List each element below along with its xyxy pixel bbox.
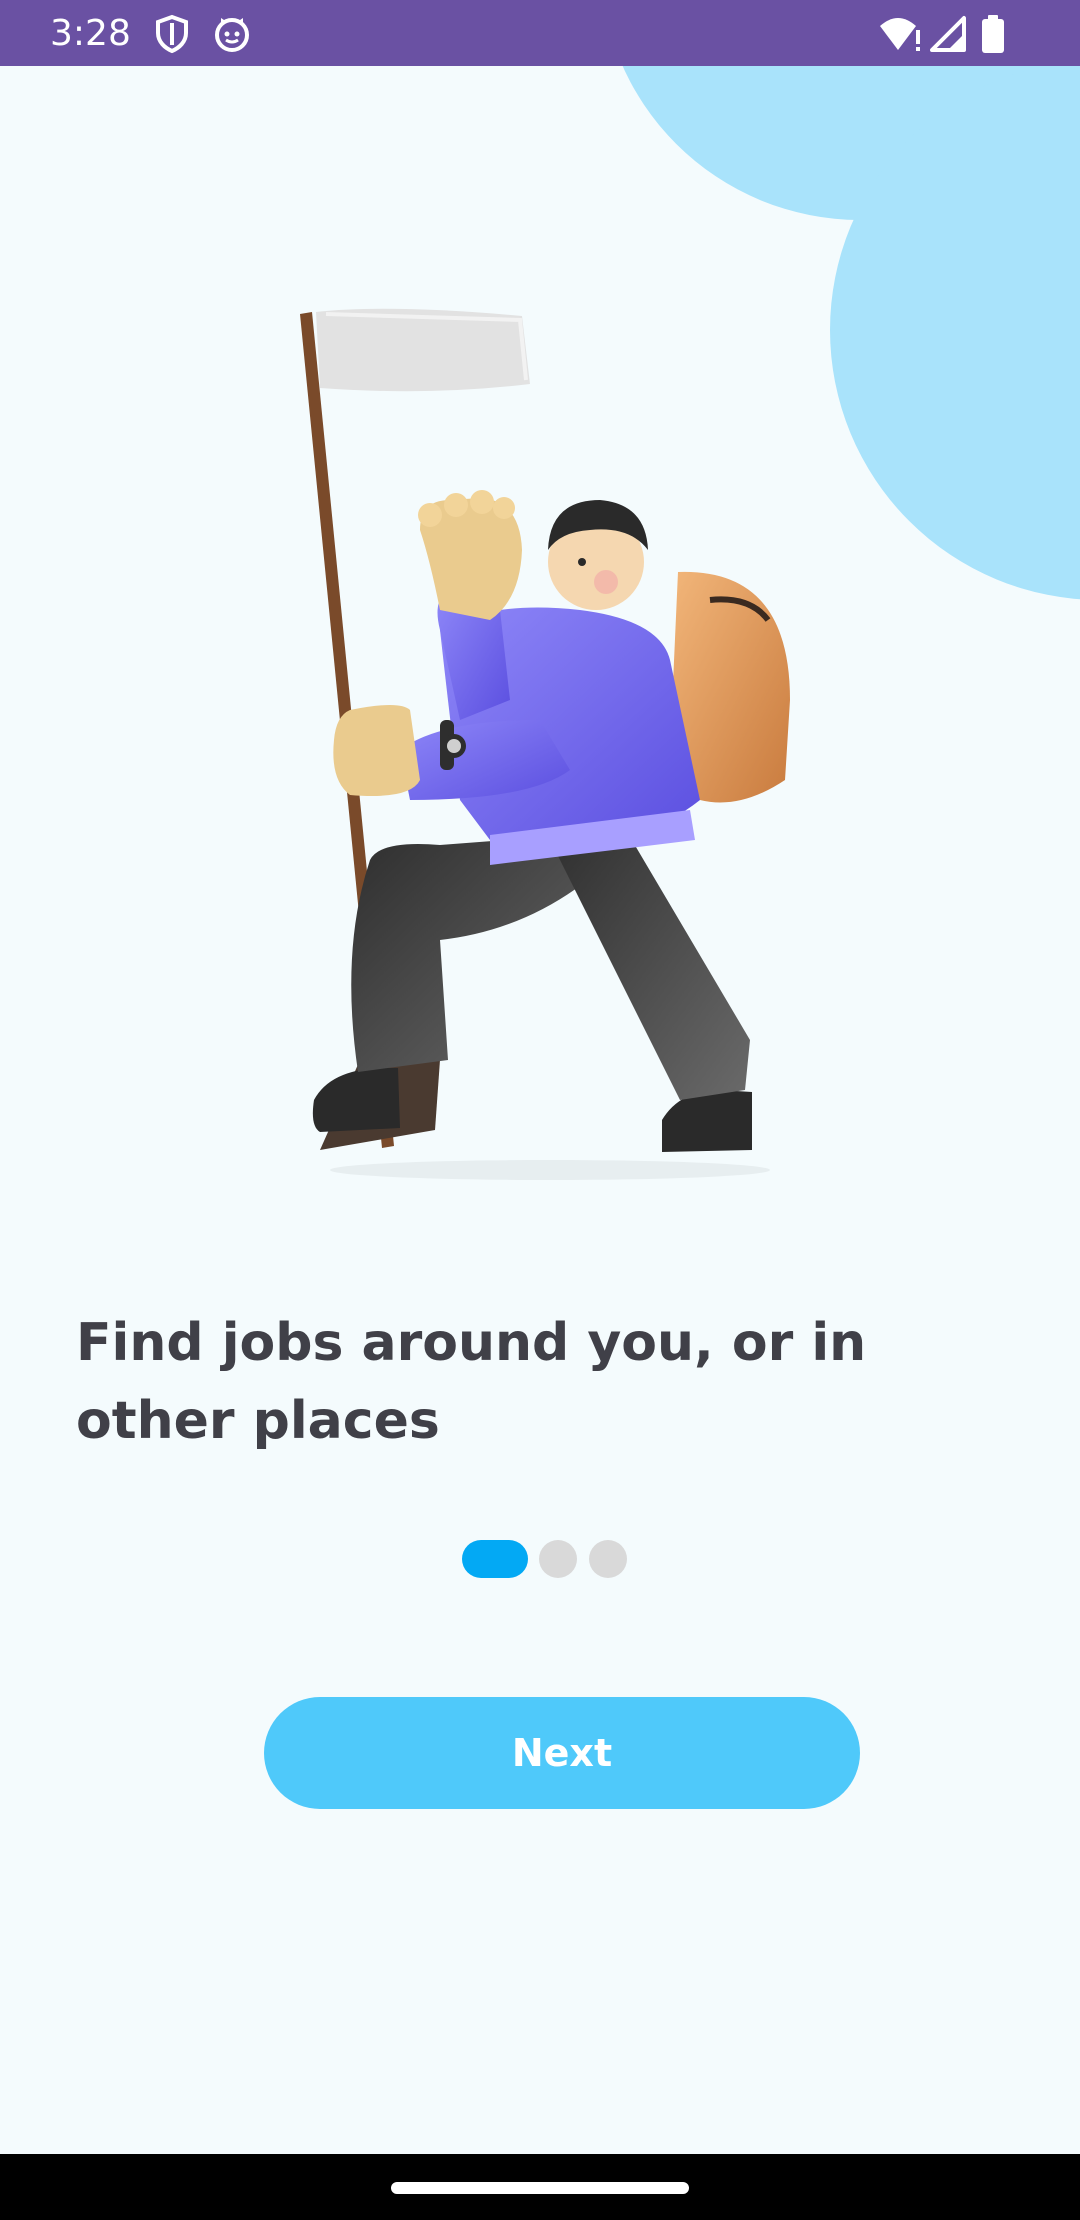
page-dot xyxy=(589,1540,627,1578)
onboarding-screen: 3:28 Find jobs around you, or in other p… xyxy=(0,0,1080,2220)
status-bar: 3:28 xyxy=(0,0,1080,66)
page-indicator xyxy=(0,1540,1080,1580)
wifi-alert-icon xyxy=(880,18,920,51)
next-button[interactable]: Next xyxy=(264,1697,860,1809)
hiker-with-flag-illustration xyxy=(300,308,790,1180)
onboarding-headline: Find jobs around you, or in other places xyxy=(76,1313,867,1451)
shield-icon xyxy=(156,14,188,54)
battery-icon xyxy=(982,15,1004,53)
navigation-bar xyxy=(0,2154,1080,2220)
home-gesture-handle[interactable] xyxy=(391,2182,689,2194)
page-dot-active xyxy=(462,1540,528,1578)
status-time: 3:28 xyxy=(50,13,131,54)
page-dot xyxy=(539,1540,577,1578)
cellular-signal-icon xyxy=(930,16,966,52)
cat-face-icon xyxy=(215,18,249,52)
